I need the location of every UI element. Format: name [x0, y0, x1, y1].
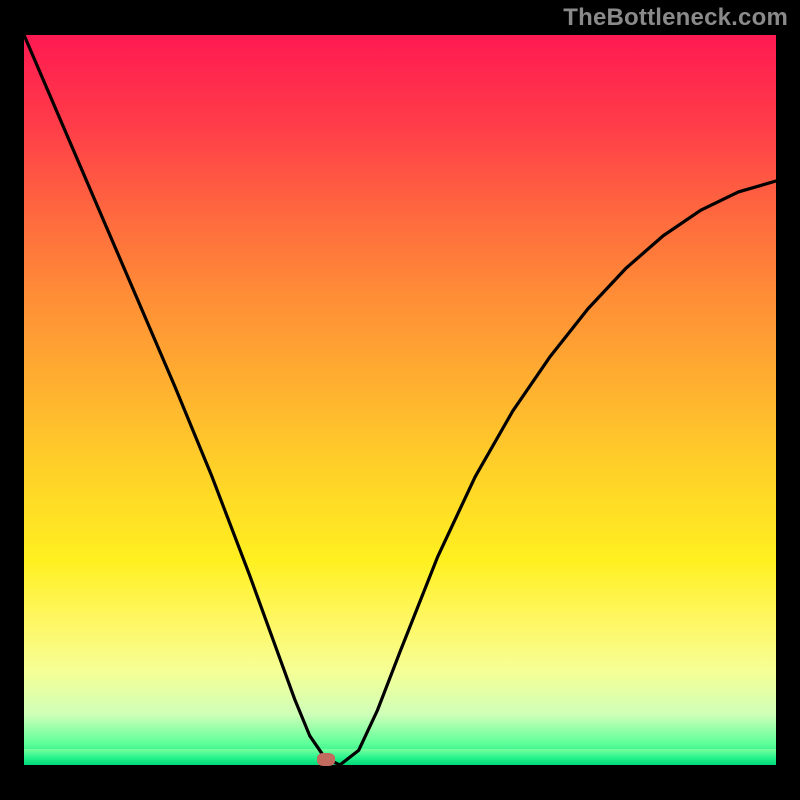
chart-frame: TheBottleneck.com [0, 0, 800, 800]
operating-point-marker [317, 753, 335, 766]
watermark-label: TheBottleneck.com [563, 4, 788, 32]
gradient-plot-area [24, 35, 776, 765]
optimal-zone-band [24, 749, 776, 765]
